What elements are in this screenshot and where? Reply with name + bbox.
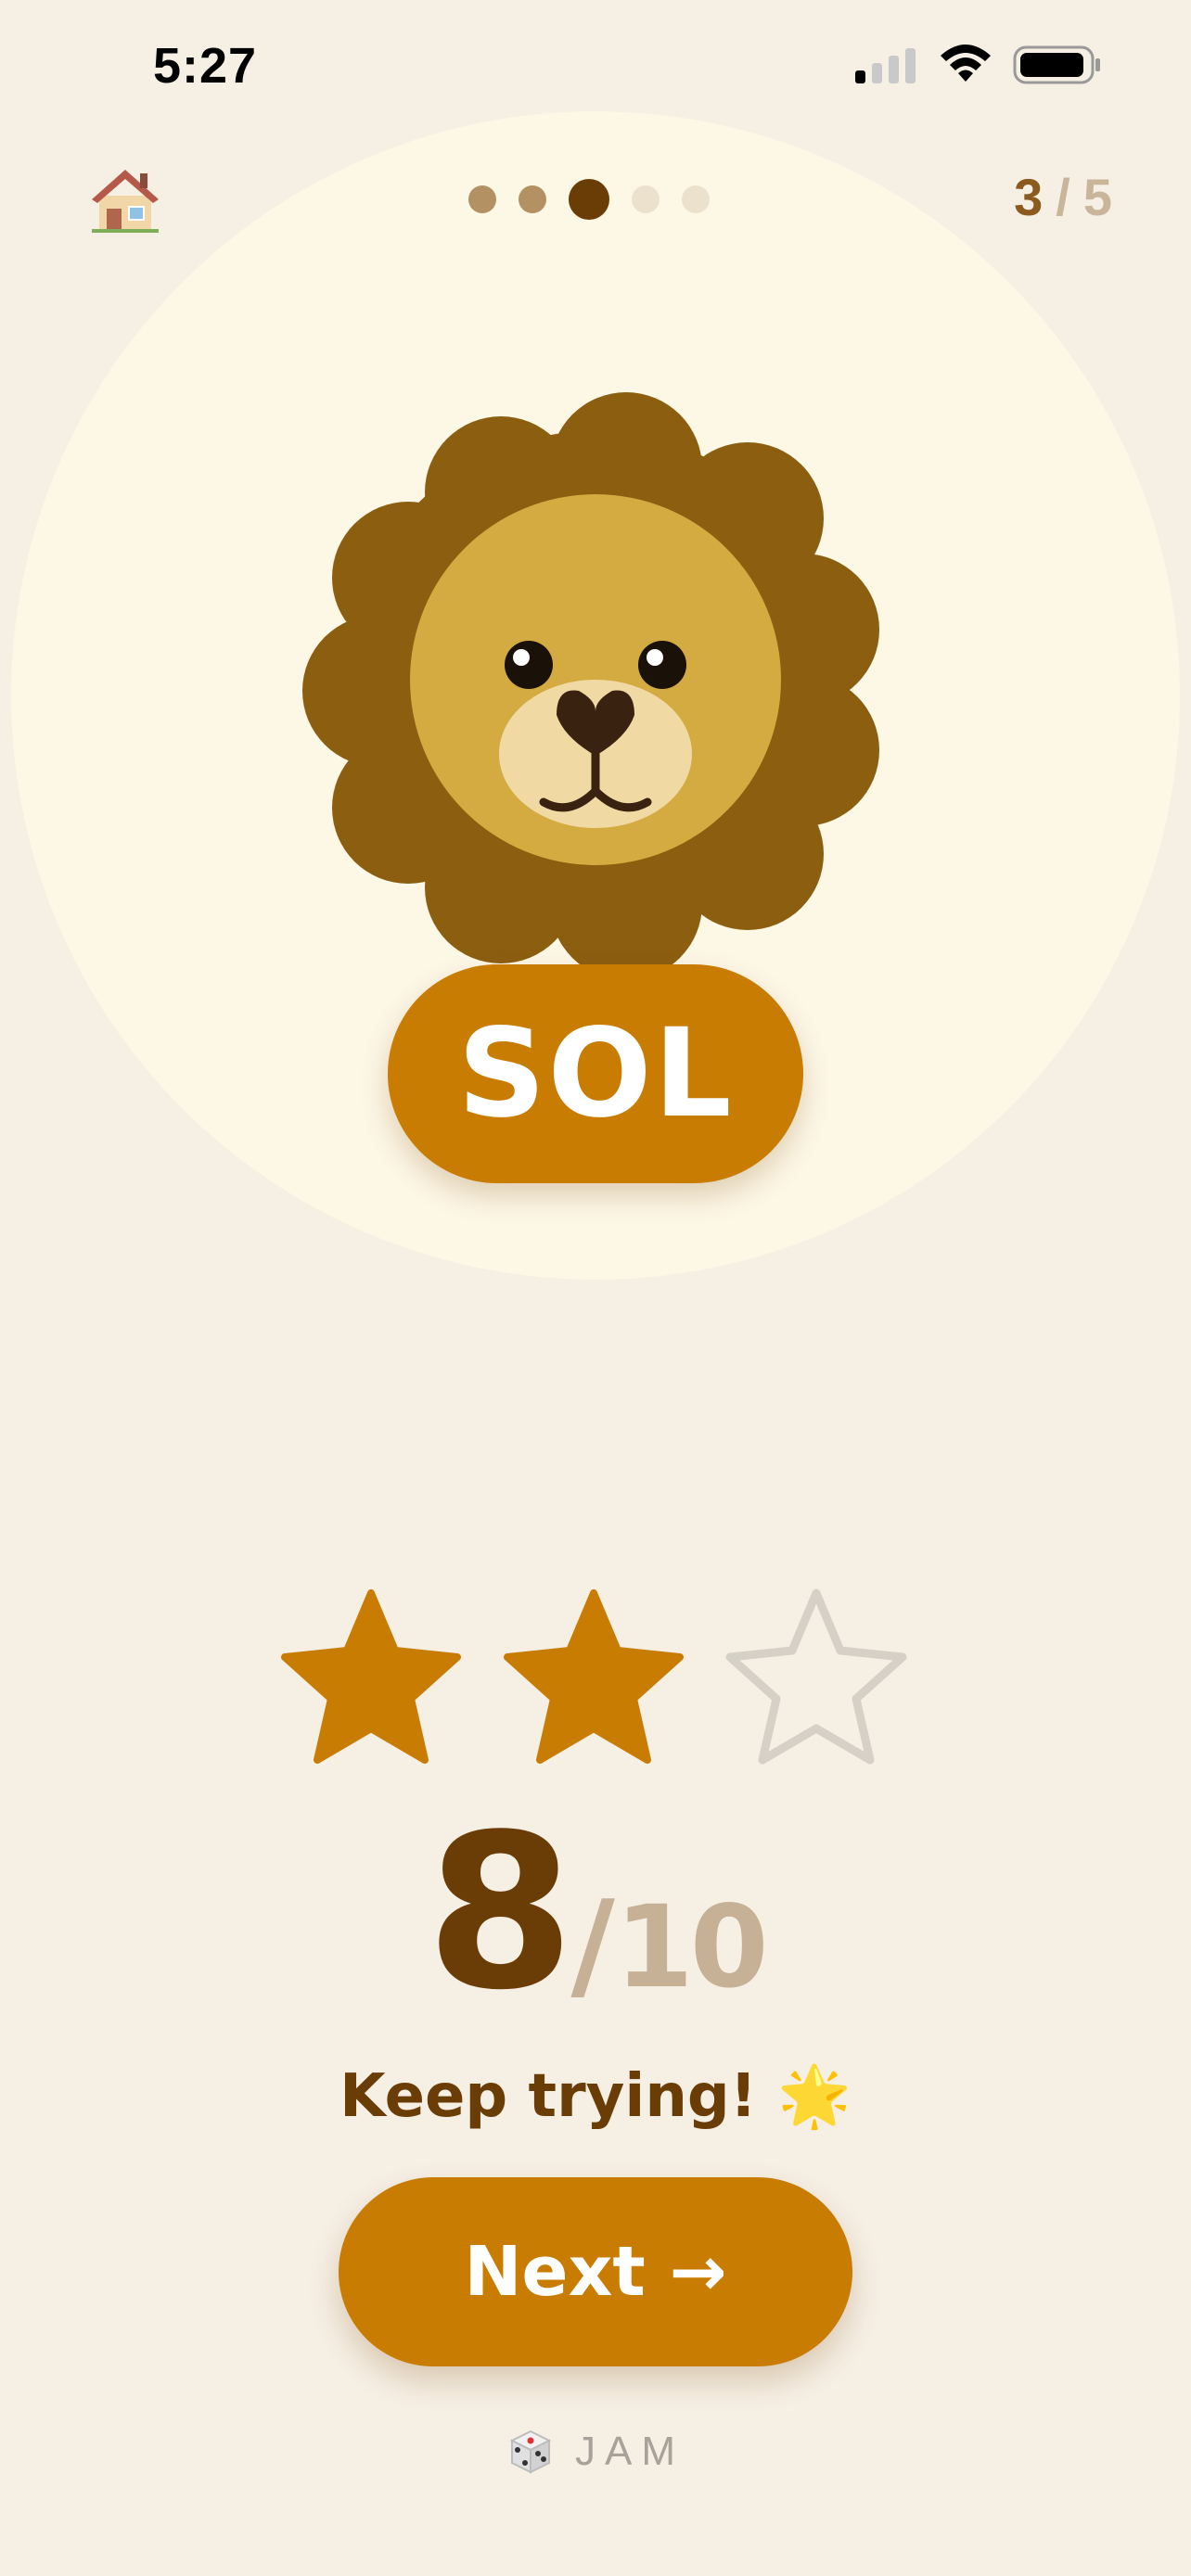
cellular-signal-icon (855, 48, 916, 83)
battery-icon (1013, 45, 1100, 84)
brand-name: JAM (575, 2429, 685, 2474)
score-total: 10 (614, 1881, 769, 2013)
step-separator: / (1056, 168, 1070, 226)
score-value: 8 (426, 1790, 574, 2037)
step-counter: 3 / 5 (1014, 167, 1112, 227)
house-icon (92, 170, 159, 233)
word-text: SOL (457, 1002, 734, 1145)
star-filled-icon (504, 1589, 684, 1764)
next-button[interactable]: Next → (339, 2177, 852, 2366)
brand-footer: JAM (0, 2428, 1191, 2476)
wifi-icon (941, 45, 991, 82)
status-time: 5:27 (153, 38, 258, 94)
progress-dot-2 (519, 185, 546, 213)
progress-dot-1 (468, 185, 496, 213)
word-card[interactable]: SOL (388, 964, 803, 1183)
lion-icon (302, 392, 879, 980)
score-separator: / (570, 1874, 615, 2015)
progress-dots (468, 179, 710, 220)
progress-dot-4 (632, 185, 660, 213)
next-button-label: Next → (464, 2232, 727, 2312)
dice-icon (509, 2429, 552, 2474)
progress-dot-5 (682, 185, 710, 213)
step-total: 5 (1082, 168, 1112, 226)
star-rating (278, 1586, 909, 1771)
feedback-message: Keep trying! 🌟 (339, 2062, 852, 2131)
star-filled-icon (281, 1589, 461, 1764)
score: 8/10 (0, 1790, 1191, 2037)
step-current: 3 (1014, 168, 1044, 226)
home-button[interactable] (88, 162, 162, 236)
status-icons (855, 45, 1102, 85)
progress-dot-3 (569, 179, 609, 220)
star-empty-icon (725, 1588, 907, 1765)
